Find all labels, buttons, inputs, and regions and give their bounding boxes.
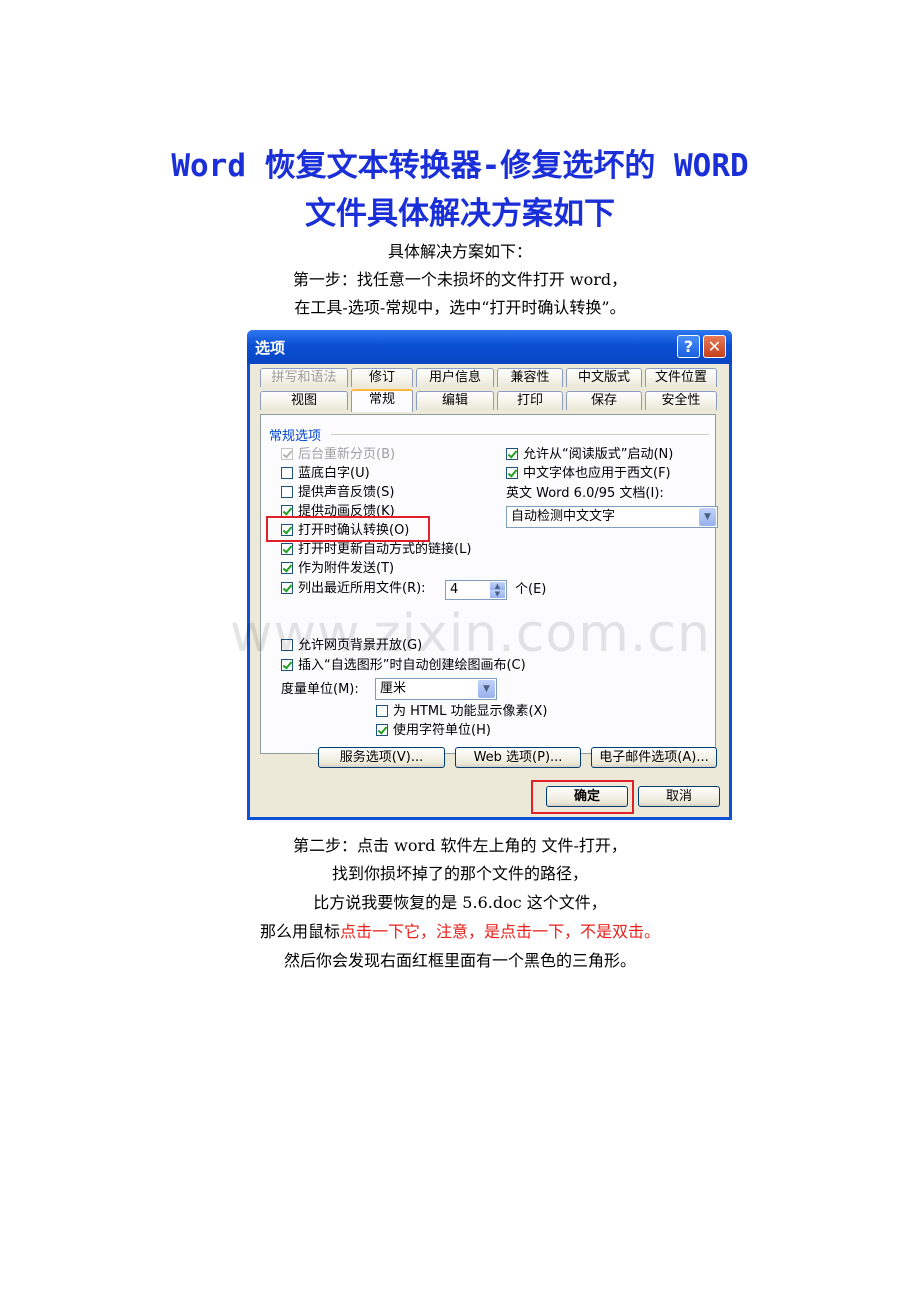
step2-line-4-text: 那么用鼠标 [259,922,340,941]
tab-print[interactable]: 打印 [497,391,563,410]
checkbox-icon[interactable] [506,467,518,479]
option-sound-feedback[interactable]: 提供声音反馈(S) [281,484,394,502]
group-label: 常规选项 [269,429,322,444]
step2-line-2: 找到你损坏掉了的那个文件的路径， [331,864,588,883]
tab-file-locations[interactable]: 文件位置 [645,368,717,387]
option-update-links[interactable]: 打开时更新自动方式的链接(L) [281,541,471,559]
tab-save[interactable]: 保存 [566,391,642,410]
tab-track-changes[interactable]: 修订 [351,368,413,387]
cancel-button[interactable]: 取消 [638,786,720,807]
option-html-pixels[interactable]: 为 HTML 功能显示像素(X) [376,703,548,721]
spin-down-icon[interactable]: ▼ [490,590,505,598]
option-start-reading-layout[interactable]: 允许从“阅读版式”启动(N) [506,446,673,464]
measurement-unit-label: 度量单位(M): [281,682,359,697]
intro-line-2: 第一步：找任意一个未损坏的文件打开 word， [292,270,628,289]
checkbox-icon[interactable] [506,448,518,460]
step2-line-3: 比方说我要恢复的是 5.6.doc 这个文件， [313,893,607,912]
option-chinese-font-for-western[interactable]: 中文字体也应用于西文(F) [506,465,671,483]
word-version-select[interactable]: 自动检测中文文字 ▼ [506,506,718,528]
checkbox-icon[interactable] [281,448,293,460]
chevron-down-icon[interactable]: ▼ [478,680,495,698]
service-options-button[interactable]: 服务选项(V)... [318,747,445,768]
checkbox-icon[interactable] [281,467,293,479]
intro-line-3: 在工具-选项-常规中，选中“打开时确认转换”。 [294,298,626,317]
tab-compatibility[interactable]: 兼容性 [497,368,563,387]
general-options-panel: 常规选项 后台重新分页(B) 蓝底白字(U) 提供声音反馈(S) 提供动画反馈(… [260,414,718,768]
annotation-confirm-conversion [266,516,430,542]
option-character-units[interactable]: 使用字符单位(H) [376,722,491,740]
measurement-unit-select[interactable]: 厘米 ▼ [375,678,497,700]
document-title-line-1: Word 恢复文本转换器-修复选坏的 WORD [171,148,749,184]
document-title-line-2: 文件具体解决方案如下 [305,196,615,232]
option-blue-background[interactable]: 蓝底白字(U) [281,465,370,483]
web-options-button[interactable]: Web 选项(P)... [455,747,581,768]
intro-line-1: 具体解决方案如下： [387,242,532,261]
option-background-repagination[interactable]: 后台重新分页(B) [281,446,395,464]
tab-general[interactable]: 常规 [351,389,413,412]
tab-asian-typography[interactable]: 中文版式 [566,368,642,387]
watermark: www.zixin.com.cn [230,604,711,664]
checkbox-icon[interactable] [281,486,293,498]
tab-security[interactable]: 安全性 [645,391,717,410]
dialog-title: 选项 [255,339,286,357]
step2-line-1: 第二步：点击 word 软件左上角的 文件-打开， [293,836,627,855]
tab-edit[interactable]: 编辑 [416,391,494,410]
close-icon[interactable]: ✕ [703,335,726,358]
annotation-ok-button [531,780,634,814]
checkbox-icon[interactable] [281,562,293,574]
checkbox-icon[interactable] [376,705,388,717]
email-options-button[interactable]: 电子邮件选项(A)... [591,747,717,768]
step2-line-4: 那么用鼠标点击一下它，注意，是点击一下，不是双击。 [0,922,920,942]
step2-line-5: 然后你会发现右面红框里面有一个黑色的三角形。 [283,951,636,970]
tab-spelling-grammar[interactable]: 拼写和语法 [260,368,348,387]
checkbox-icon[interactable] [281,582,293,594]
step2-line-4-highlight: 点击一下它，注意，是点击一下，不是双击。 [340,922,661,941]
checkbox-icon[interactable] [281,543,293,555]
group-divider [331,434,709,435]
tab-user-info[interactable]: 用户信息 [416,368,494,387]
checkbox-icon[interactable] [376,724,388,736]
options-dialog: 选项 ? ✕ 拼写和语法 修订 用户信息 兼容性 中文版式 文件位置 视图 常规… [247,330,732,820]
tab-view[interactable]: 视图 [260,391,348,410]
recent-files-unit: 个(E) [515,582,547,597]
recent-files-count-input[interactable]: 4 ▲ ▼ [445,580,507,600]
option-recent-files[interactable]: 列出最近所用文件(R): [281,580,426,598]
dialog-titlebar[interactable]: 选项 ? ✕ [247,330,732,364]
spin-up-icon[interactable]: ▲ [490,582,505,590]
help-icon[interactable]: ? [677,335,700,358]
word-version-label: 英文 Word 6.0/95 文档(I): [506,486,664,501]
chevron-down-icon[interactable]: ▼ [699,508,716,526]
option-send-as-attachment[interactable]: 作为附件发送(T) [281,560,394,578]
dialog-client-area: 拼写和语法 修订 用户信息 兼容性 中文版式 文件位置 视图 常规 编辑 打印 … [250,364,729,817]
